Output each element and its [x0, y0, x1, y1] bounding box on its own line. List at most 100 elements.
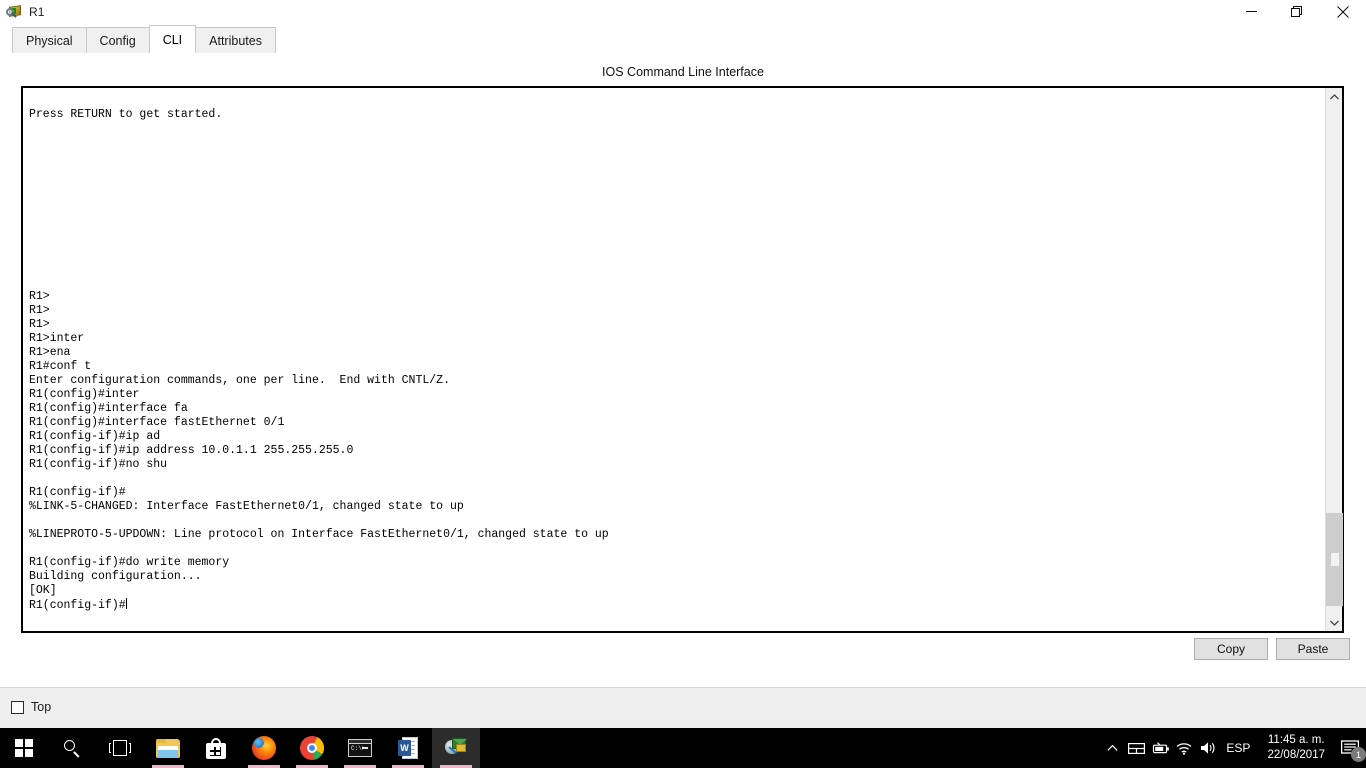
top-checkbox-label: Top — [31, 700, 52, 714]
terminal-line: R1(config-if)#no shu — [29, 458, 168, 471]
input-language-indicator[interactable]: ESP — [1220, 741, 1258, 755]
clock-date: 22/08/2017 — [1267, 749, 1325, 761]
taskbar-clock[interactable]: 11:45 a. m. 22/08/2017 — [1258, 728, 1334, 768]
tab-label: Config — [99, 33, 136, 48]
terminal-line: %LINEPROTO-5-UPDOWN: Line protocol on In… — [29, 528, 609, 541]
cli-heading: IOS Command Line Interface — [602, 65, 764, 79]
scrollbar-grip — [1331, 553, 1339, 566]
taskbar-microsoft-word[interactable]: W — [384, 728, 432, 768]
terminal-line: Enter configuration commands, one per li… — [29, 374, 450, 387]
terminal-line: R1(config-if)#ip address 10.0.1.1 255.25… — [29, 444, 354, 457]
search-icon — [63, 739, 81, 758]
top-checkbox-box[interactable] — [11, 700, 24, 714]
terminal-line: R1(config)#interface fastEthernet 0/1 — [29, 416, 285, 429]
window-titlebar: R1 — [0, 0, 1366, 23]
taskbar-firefox[interactable] — [240, 728, 288, 768]
terminal-output[interactable]: Press RETURN to get started. R1> R1> R1> R1>… — [23, 88, 1325, 631]
terminal-line: R1(config)#inter — [29, 388, 140, 401]
volume-icon[interactable] — [1196, 728, 1220, 768]
terminal-line: [OK] — [29, 584, 57, 597]
taskbar-file-explorer[interactable] — [144, 728, 192, 768]
terminal-scrollbar[interactable] — [1325, 88, 1343, 631]
tab-label: Attributes — [209, 33, 262, 48]
start-button[interactable] — [0, 728, 48, 768]
restore-button[interactable] — [1274, 0, 1320, 23]
folder-icon — [156, 738, 180, 758]
action-center-button[interactable]: 1 — [1334, 728, 1366, 768]
word-icon: W — [398, 737, 418, 759]
tab-label: CLI — [162, 32, 183, 47]
search-button[interactable] — [48, 728, 96, 768]
terminal-line: R1(config)#interface fa — [29, 402, 188, 415]
copy-button-label: Copy — [1216, 642, 1245, 656]
clock-time: 11:45 a. m. — [1267, 734, 1325, 746]
paste-button-label: Paste — [1297, 642, 1329, 656]
close-button[interactable] — [1320, 0, 1366, 23]
taskbar-google-chrome[interactable] — [288, 728, 336, 768]
scrollbar-thumb[interactable] — [1326, 513, 1343, 606]
top-checkbox[interactable]: Top — [11, 700, 51, 714]
tab-physical[interactable]: Physical — [12, 27, 87, 53]
tab-config[interactable]: Config — [85, 27, 150, 53]
terminal-line: R1>inter — [29, 332, 85, 345]
terminal-container: Press RETURN to get started. R1> R1> R1> R1>… — [21, 86, 1344, 633]
terminal-actions: Copy Paste — [1194, 638, 1350, 660]
task-view-button[interactable] — [96, 728, 144, 768]
terminal-line: R1(config-if)#ip ad — [29, 430, 161, 443]
taskbar-command-prompt[interactable]: C:\> — [336, 728, 384, 768]
battery-icon[interactable] — [1148, 728, 1172, 768]
terminal-lines: Press RETURN to get started. R1> R1> R1> R1>… — [29, 94, 1325, 612]
packet-tracer-icon — [445, 738, 467, 758]
copy-button[interactable]: Copy — [1194, 638, 1268, 660]
tab-cli[interactable]: CLI — [148, 25, 197, 53]
window-controls — [1228, 0, 1366, 23]
tab-strip: Physical Config CLI Attributes — [0, 23, 1366, 57]
firefox-icon — [252, 736, 276, 760]
terminal-line: R1>ena — [29, 346, 71, 359]
terminal-line: Building configuration... — [29, 570, 202, 583]
notification-count-badge: 1 — [1351, 747, 1366, 762]
terminal-line: R1> — [29, 318, 50, 331]
command-prompt-icon: C:\> — [348, 739, 372, 757]
taskbar-microsoft-store[interactable] — [192, 728, 240, 768]
wifi-icon[interactable] — [1172, 728, 1196, 768]
tab-label: Physical — [26, 33, 73, 48]
store-bag-icon — [206, 737, 226, 759]
terminal-line: R1(config-if)# — [29, 486, 126, 499]
taskbar-packet-tracer[interactable] — [432, 728, 480, 768]
terminal-line: %LINK-5-CHANGED: Interface FastEthernet0… — [29, 500, 464, 513]
terminal-line: R1#conf t — [29, 360, 92, 373]
network-icon[interactable] — [1124, 728, 1148, 768]
terminal-line: R1(config-if)#do write memory — [29, 556, 230, 569]
minimize-button[interactable] — [1228, 0, 1274, 23]
terminal-prompt: R1(config-if)# — [29, 599, 126, 612]
scroll-down-arrow-icon[interactable] — [1326, 614, 1343, 631]
paste-button[interactable]: Paste — [1276, 638, 1350, 660]
tab-attributes[interactable]: Attributes — [195, 27, 276, 53]
scroll-up-arrow-icon[interactable] — [1326, 88, 1343, 105]
window-title: R1 — [29, 4, 45, 19]
packet-tracer-router-icon — [6, 4, 22, 20]
terminal-line: R1> — [29, 304, 50, 317]
show-hidden-icons-button[interactable] — [1100, 728, 1124, 768]
cli-panel: IOS Command Line Interface Press RETURN … — [0, 57, 1366, 687]
system-tray: ESP 11:45 a. m. 22/08/2017 1 — [1100, 728, 1366, 768]
terminal-prompt-line: R1(config-if)# — [29, 598, 1325, 612]
word-icon-letter: W — [398, 740, 411, 756]
windows-taskbar: C:\> W ESP 11:45 a. m. 22/08/2017 1 — [0, 728, 1366, 768]
